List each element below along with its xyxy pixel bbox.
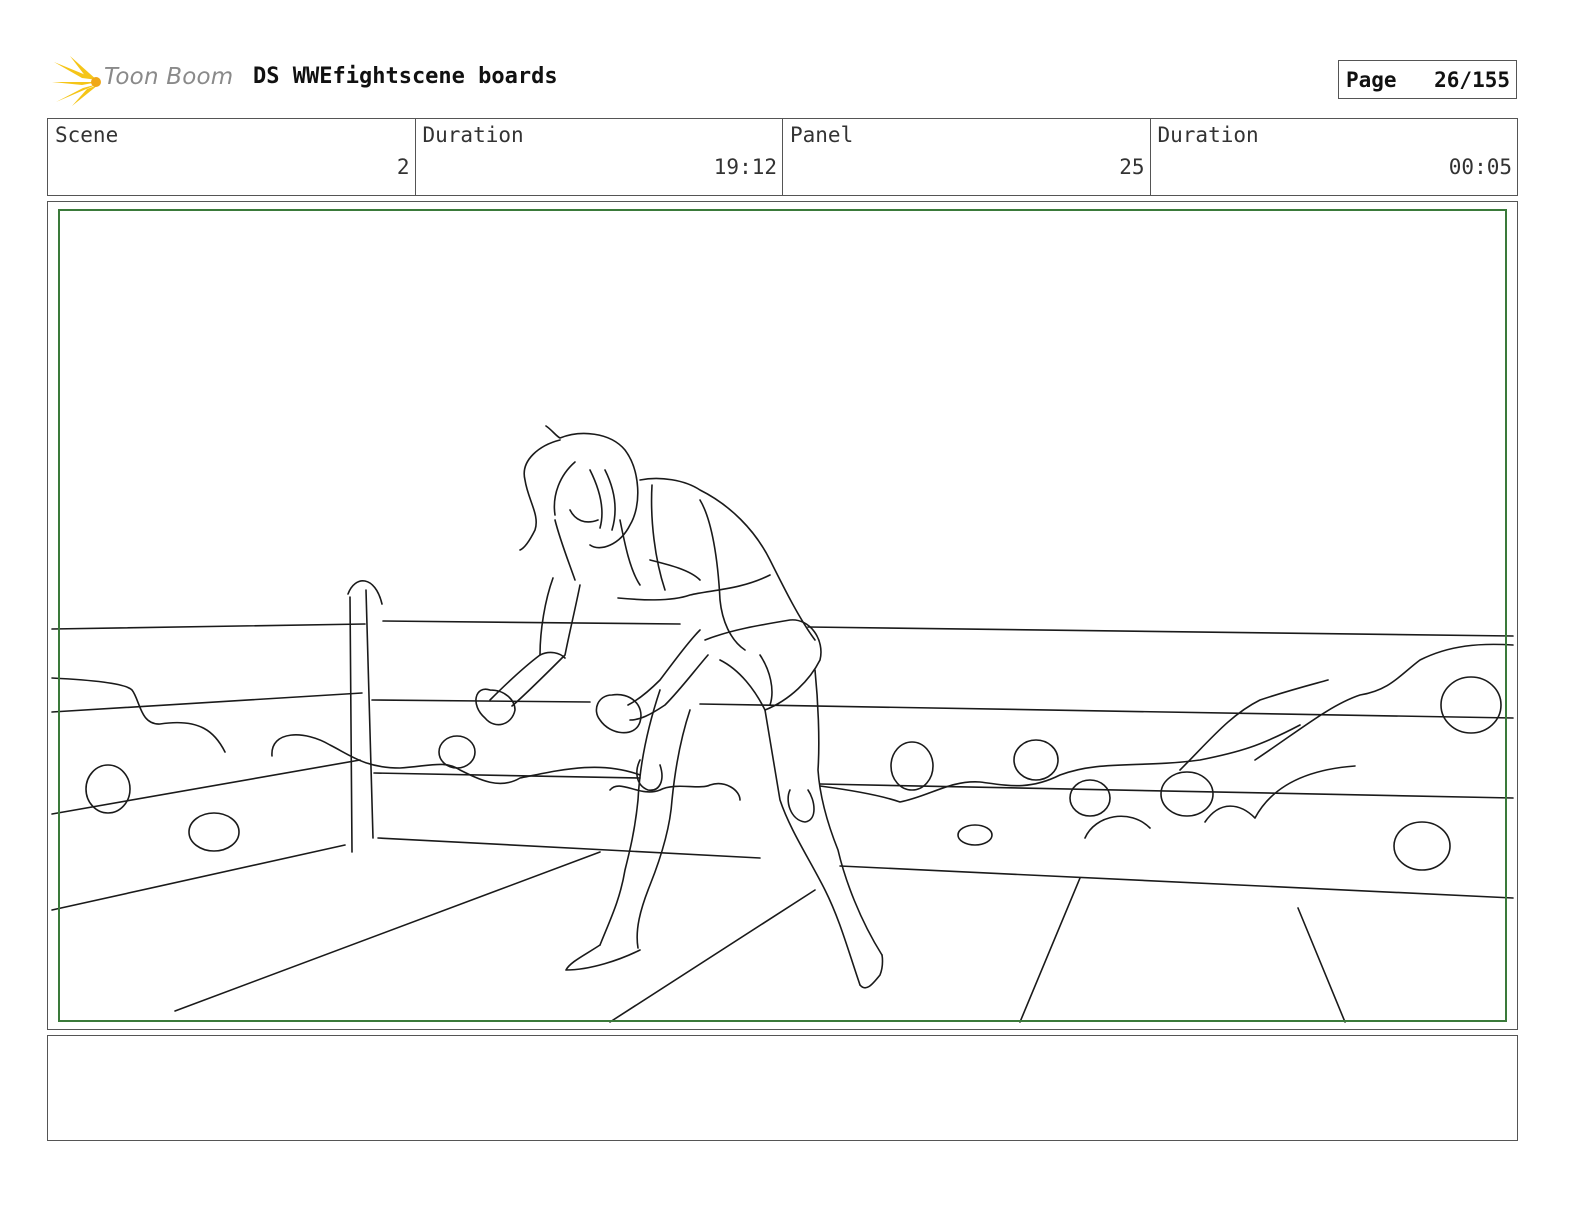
safe-area-frame <box>58 209 1507 1022</box>
panel-notes-box <box>47 1035 1518 1141</box>
